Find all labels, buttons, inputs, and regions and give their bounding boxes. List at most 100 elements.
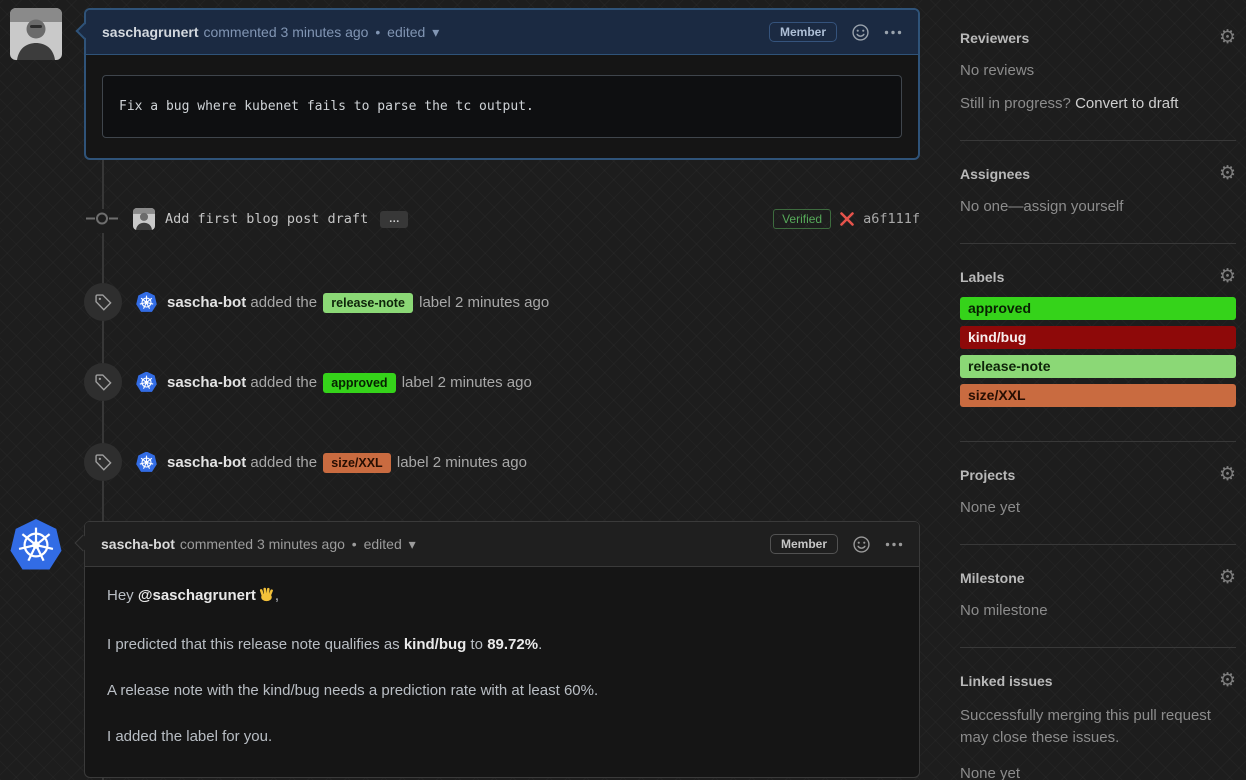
member-badge: Member	[770, 534, 838, 554]
section-title: Linked issues	[960, 673, 1053, 689]
waving-hand-icon	[258, 586, 275, 609]
author-link[interactable]: saschagrunert	[102, 24, 198, 40]
label-event-row: sascha-bot added the size/XXL label 2 mi…	[84, 443, 920, 481]
kubernetes-icon	[139, 295, 154, 310]
gear-icon[interactable]: ⚙	[1219, 672, 1236, 689]
commit-author-avatar[interactable]	[133, 208, 155, 230]
comment-body: Fix a bug where kubenet fails to parse t…	[86, 55, 918, 158]
projects-empty-text: None yet	[960, 499, 1236, 516]
linked-issues-description: Successfully merging this pull request m…	[960, 705, 1236, 749]
comment-header: saschagrunert commented 3 minutes ago • …	[86, 10, 918, 55]
bot-comment: sascha-bot commented 3 minutes ago • edi…	[84, 521, 920, 778]
comment-paragraph: Hey @saschagrunert,	[107, 586, 897, 609]
smiley-icon	[853, 536, 870, 553]
convert-to-draft-link[interactable]: Convert to draft	[1075, 95, 1178, 112]
bot-avatar[interactable]	[136, 372, 157, 393]
section-title: Reviewers	[960, 30, 1029, 46]
commit-expand-button[interactable]: …	[380, 211, 408, 228]
emoji-reaction-button[interactable]	[852, 24, 869, 41]
label-event-row: sascha-bot added the approved label 2 mi…	[84, 363, 920, 401]
verified-badge[interactable]: Verified	[773, 209, 831, 229]
sidebar-label[interactable]: size/XXL	[960, 384, 1236, 407]
tag-icon-circle	[84, 443, 122, 481]
event-label[interactable]: size/XXL	[323, 453, 390, 473]
timestamp: commented 3 minutes ago	[180, 536, 345, 552]
comment-arrow	[75, 535, 92, 552]
chevron-down-icon: ▾	[409, 536, 416, 552]
kubernetes-icon	[17, 526, 55, 564]
mention-link[interactable]: @saschagrunert	[138, 587, 256, 604]
bot-avatar[interactable]	[10, 519, 62, 571]
kebab-icon	[885, 542, 903, 547]
author-link[interactable]: sascha-bot	[101, 536, 175, 552]
chevron-down-icon: ▾	[432, 24, 439, 40]
bot-avatar[interactable]	[136, 452, 157, 473]
code-block: Fix a bug where kubenet fails to parse t…	[102, 75, 902, 138]
kebab-menu-button[interactable]	[884, 30, 902, 35]
kebab-menu-button[interactable]	[885, 542, 903, 547]
dot-separator: •	[352, 536, 357, 552]
sidebar-section-assignees: Assignees ⚙ No one—assign yourself	[960, 141, 1236, 244]
reviewers-empty-text: No reviews	[960, 62, 1236, 79]
assignees-empty-text[interactable]: No one—assign yourself	[960, 198, 1236, 215]
sidebar-label[interactable]: release-note	[960, 355, 1236, 378]
member-badge: Member	[769, 22, 837, 42]
event-text: sascha-bot added the size/XXL label 2 mi…	[167, 454, 527, 471]
actor-link[interactable]: sascha-bot	[167, 454, 246, 471]
sidebar-label[interactable]: kind/bug	[960, 326, 1236, 349]
gear-icon[interactable]: ⚙	[1219, 569, 1236, 586]
commit-sha[interactable]: a6f111f	[863, 211, 920, 227]
comment-meta: commented 3 minutes ago • edited ▾	[203, 24, 445, 41]
status-failure-x-icon[interactable]	[840, 212, 854, 226]
gear-icon[interactable]: ⚙	[1219, 29, 1236, 46]
tag-icon	[95, 454, 112, 471]
smiley-icon	[852, 24, 869, 41]
sidebar-label[interactable]: approved	[960, 297, 1236, 320]
commit-icon	[86, 209, 118, 233]
tag-icon	[95, 374, 112, 391]
sidebar-section-milestone: Milestone ⚙ No milestone	[960, 545, 1236, 648]
tag-icon	[95, 294, 112, 311]
section-title: Labels	[960, 269, 1004, 285]
milestone-empty-text: No milestone	[960, 602, 1236, 619]
comment-header: sascha-bot commented 3 minutes ago • edi…	[85, 522, 919, 567]
gear-icon[interactable]: ⚙	[1219, 268, 1236, 285]
event-label[interactable]: approved	[323, 373, 395, 393]
sidebar-section-projects: Projects ⚙ None yet	[960, 442, 1236, 545]
section-title: Assignees	[960, 166, 1030, 182]
pr-description-comment: saschagrunert commented 3 minutes ago • …	[84, 8, 920, 160]
comment-body: Hey @saschagrunert, I predicted that thi…	[85, 567, 919, 777]
edited-dropdown[interactable]: edited ▾	[364, 536, 419, 552]
tag-icon-circle	[84, 363, 122, 401]
event-text: sascha-bot added the release-note label …	[167, 294, 549, 311]
event-label[interactable]: release-note	[323, 293, 413, 313]
label-event-row: sascha-bot added the release-note label …	[84, 283, 920, 321]
actor-link[interactable]: sascha-bot	[167, 374, 246, 391]
user-photo-icon	[10, 8, 62, 60]
comment-meta: commented 3 minutes ago • edited ▾	[180, 536, 422, 553]
tag-icon-circle	[84, 283, 122, 321]
kubernetes-icon	[139, 455, 154, 470]
comment-paragraph: I predicted that this release note quali…	[107, 635, 897, 655]
pr-conversation-page: saschagrunert commented 3 minutes ago • …	[0, 0, 1246, 780]
sidebar-section-labels: Labels ⚙ approved kind/bug release-note …	[960, 244, 1236, 442]
gear-icon[interactable]: ⚙	[1219, 165, 1236, 182]
actor-link[interactable]: sascha-bot	[167, 294, 246, 311]
commit-row: Add first blog post draft … Verified a6f…	[133, 205, 920, 233]
comment-paragraph: I added the label for you.	[107, 727, 897, 747]
timestamp: commented 3 minutes ago	[203, 24, 368, 40]
sidebar-section-reviewers: Reviewers ⚙ No reviews Still in progress…	[960, 0, 1236, 141]
bot-avatar[interactable]	[136, 292, 157, 313]
event-text: sascha-bot added the approved label 2 mi…	[167, 374, 532, 391]
section-title: Projects	[960, 467, 1015, 483]
avatar[interactable]	[10, 8, 62, 60]
emoji-reaction-button[interactable]	[853, 536, 870, 553]
dot-separator: •	[375, 24, 380, 40]
comment-arrow	[76, 23, 93, 40]
gear-icon[interactable]: ⚙	[1219, 466, 1236, 483]
edited-dropdown[interactable]: edited ▾	[387, 24, 442, 40]
user-photo-icon	[133, 208, 155, 230]
convert-to-draft-row: Still in progress? Convert to draft	[960, 95, 1236, 112]
kubernetes-icon	[139, 375, 154, 390]
commit-message[interactable]: Add first blog post draft	[165, 211, 368, 227]
